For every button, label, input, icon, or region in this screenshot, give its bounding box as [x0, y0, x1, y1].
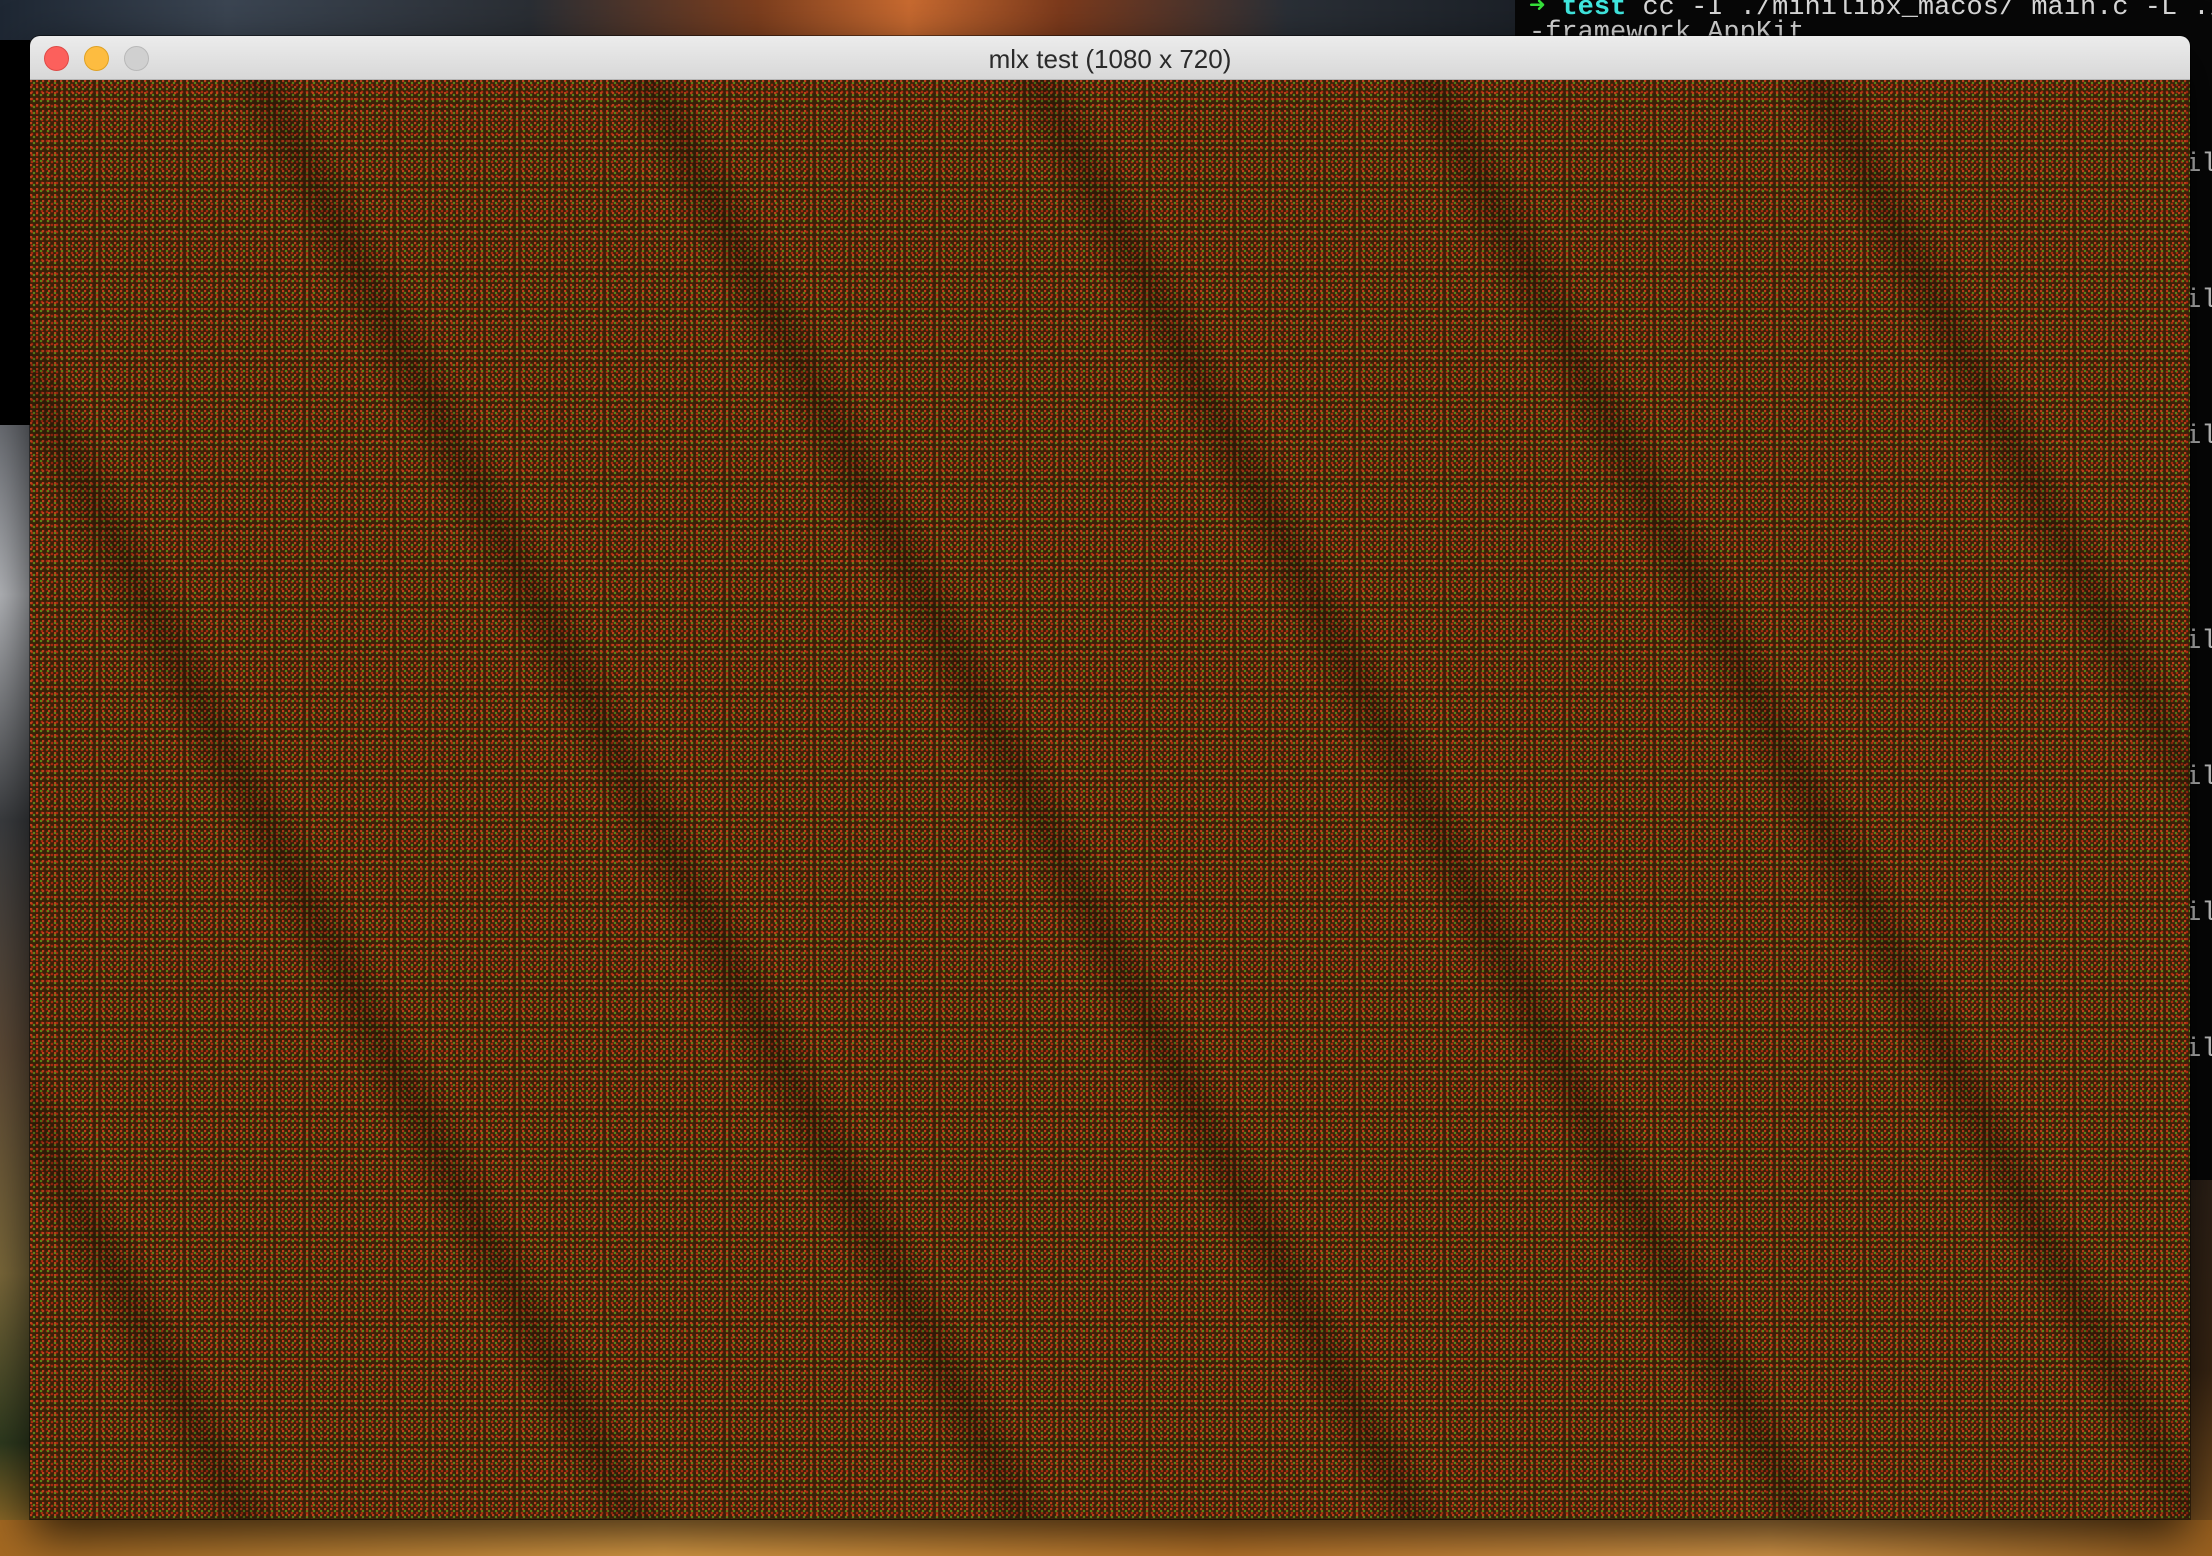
mlx-window[interactable]: mlx test (1080 x 720)	[30, 36, 2190, 1519]
window-title: mlx test (1080 x 720)	[988, 44, 1232, 74]
wallpaper-top-strip	[0, 0, 1515, 40]
window-titlebar[interactable]: mlx test (1080 x 720)	[30, 36, 2190, 80]
render-canvas[interactable]	[30, 80, 2190, 1519]
wallpaper-bottom-strip	[0, 1520, 2212, 1556]
wallpaper-left-strip	[0, 425, 30, 1556]
wallpaper-left-dark	[0, 40, 30, 425]
